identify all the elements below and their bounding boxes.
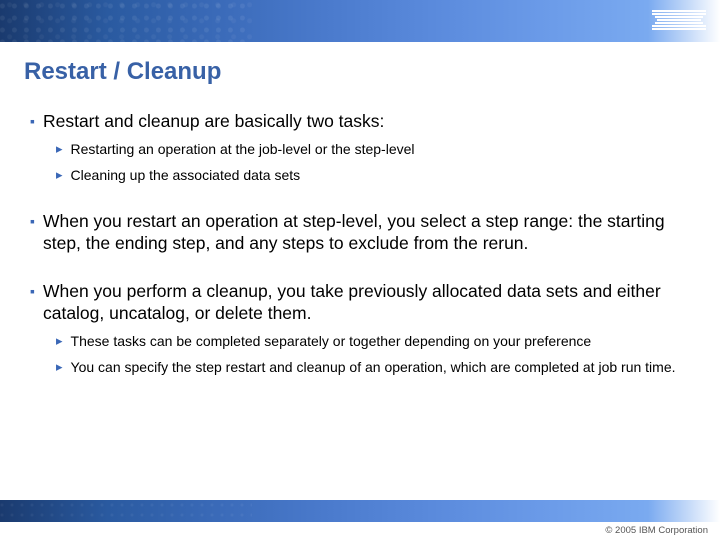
bullet-text: These tasks can be completed separately … bbox=[71, 332, 592, 350]
footer-banner bbox=[0, 500, 720, 522]
bullet-text: Cleaning up the associated data sets bbox=[71, 166, 301, 184]
bullet-text: You can specify the step restart and cle… bbox=[71, 358, 676, 376]
bullet-level-2: ▸ Cleaning up the associated data sets bbox=[56, 166, 690, 184]
bullet-level-1: ▪ Restart and cleanup are basically two t… bbox=[30, 110, 690, 132]
arrow-bullet-icon: ▸ bbox=[56, 140, 63, 158]
spacer bbox=[30, 260, 690, 270]
slide: Restart / Cleanup ▪ Restart and cleanup a… bbox=[0, 0, 720, 540]
bullet-level-2: ▸ You can specify the step restart and cl… bbox=[56, 358, 690, 376]
slide-content: ▪ Restart and cleanup are basically two t… bbox=[0, 94, 720, 500]
arrow-bullet-icon: ▸ bbox=[56, 332, 63, 350]
bullet-text: When you restart an operation at step-le… bbox=[43, 210, 690, 254]
header-banner bbox=[0, 0, 720, 42]
copyright-text: © 2005 IBM Corporation bbox=[0, 522, 720, 540]
slide-title: Restart / Cleanup bbox=[0, 42, 720, 94]
square-bullet-icon: ▪ bbox=[30, 280, 35, 324]
ibm-logo-icon bbox=[652, 10, 706, 32]
bullet-text: Restart and cleanup are basically two ta… bbox=[43, 110, 384, 132]
banner-texture bbox=[0, 0, 252, 42]
square-bullet-icon: ▪ bbox=[30, 110, 35, 132]
bullet-level-1: ▪When you perform a cleanup, you take pr… bbox=[30, 280, 690, 324]
arrow-bullet-icon: ▸ bbox=[56, 166, 63, 184]
square-bullet-icon: ▪ bbox=[30, 210, 35, 254]
spacer bbox=[30, 190, 690, 200]
bullet-level-1: ▪When you restart an operation at step-l… bbox=[30, 210, 690, 254]
bullet-text: Restarting an operation at the job-level… bbox=[71, 140, 415, 158]
arrow-bullet-icon: ▸ bbox=[56, 358, 63, 376]
bullet-text: When you perform a cleanup, you take pre… bbox=[43, 280, 690, 324]
bullet-level-2: ▸ Restarting an operation at the job-leve… bbox=[56, 140, 690, 158]
bullet-level-2: ▸ These tasks can be completed separately… bbox=[56, 332, 690, 350]
